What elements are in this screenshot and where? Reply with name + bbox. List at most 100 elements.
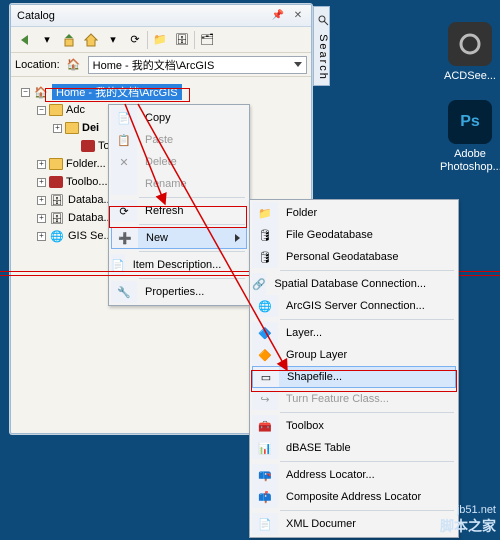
pin-icon[interactable]: 📌	[271, 9, 285, 23]
table-icon: 📊	[252, 437, 278, 459]
expander-plus-icon[interactable]: +	[37, 196, 46, 205]
home-button[interactable]	[81, 30, 101, 50]
catalog-titlebar[interactable]: Catalog 📌 ✕	[11, 5, 311, 27]
back-button[interactable]	[15, 30, 35, 50]
expander-minus-icon[interactable]: −	[21, 88, 30, 97]
menu-item-properties[interactable]: 🔧Properties...	[111, 281, 247, 303]
cylinder-icon: 🛢	[252, 224, 278, 246]
delete-icon: ✕	[111, 151, 137, 173]
desktop-icon-label: ACDSee...	[440, 70, 500, 83]
menu-item-refresh[interactable]: ⟳Refresh	[111, 200, 247, 222]
desktop-icon-label2: Photoshop...	[440, 161, 500, 174]
tree-item-label: Dei	[82, 122, 99, 134]
cylinder-icon: 🛢	[252, 246, 278, 268]
folder-icon: 📁	[252, 202, 278, 224]
submenu-item-folder[interactable]: 📁Folder	[252, 202, 456, 224]
menu-separator	[280, 461, 454, 462]
desktop-icon-photoshop[interactable]: Ps Adobe Photoshop...	[440, 100, 500, 174]
connect-folder-button[interactable]: 📁	[150, 30, 170, 50]
home-folder-icon: 🏠	[33, 85, 49, 99]
server-icon: 🌐	[49, 229, 65, 243]
document-icon: 📄	[111, 254, 125, 276]
submenu-item-shapefile[interactable]: ▭Shapefile...	[252, 366, 456, 388]
desktop-icon-label: Adobe	[440, 148, 500, 161]
menu-separator	[280, 319, 454, 320]
database-icon: 🗄	[49, 211, 65, 225]
shapefile-icon: ▭	[253, 367, 279, 387]
menu-item-new[interactable]: ➕New	[111, 227, 247, 249]
toolbox-icon	[81, 140, 95, 152]
tree-item-label: Databa...	[68, 212, 113, 224]
database-icon: 🗄	[49, 193, 65, 207]
menu-item-copy[interactable]: 📄Copy	[111, 107, 247, 129]
refresh-icon: ⟳	[111, 200, 137, 222]
properties-icon: 🔧	[111, 281, 137, 303]
menu-item-description[interactable]: 📄Item Description...	[111, 254, 247, 276]
search-dock-tab[interactable]: Search	[313, 6, 330, 86]
back-dropdown[interactable]: ▾	[37, 30, 57, 50]
submenu-item-arcgis-server[interactable]: 🌐ArcGIS Server Connection...	[252, 295, 456, 317]
address-icon: 📪	[252, 464, 278, 486]
up-button[interactable]	[59, 30, 79, 50]
tree-root[interactable]: − 🏠 Home - 我的文档\ArcGIS	[21, 83, 307, 101]
toolbox-icon	[49, 176, 63, 188]
home-dropdown[interactable]: ▾	[103, 30, 123, 50]
folder-icon	[65, 122, 79, 134]
menu-separator	[139, 197, 245, 198]
server-icon: 🌐	[252, 295, 278, 317]
refresh-toolbar-button[interactable]: ⟳	[125, 30, 145, 50]
expander-plus-icon[interactable]: +	[37, 232, 46, 241]
acdsee-icon	[448, 22, 492, 66]
catalog-toolbar: ▾ ▾ ⟳ 📁 🗄 🗂	[11, 27, 311, 53]
submenu-item-xml[interactable]: 📄XML Documer	[252, 513, 456, 535]
submenu-item-group-layer[interactable]: 🔶Group Layer	[252, 344, 456, 366]
menu-separator	[280, 412, 454, 413]
location-value: Home - 我的文档\ArcGIS	[93, 57, 215, 73]
tree-root-label: Home - 我的文档\ArcGIS	[52, 84, 182, 100]
submenu-item-comp-addr[interactable]: 📫Composite Address Locator	[252, 486, 456, 508]
home-folder-icon: 🏠	[66, 58, 82, 72]
folder-icon	[49, 158, 63, 170]
chevron-right-icon	[235, 234, 240, 242]
expander-plus-icon[interactable]: +	[37, 160, 46, 169]
tree-item-label: Adc	[66, 104, 85, 116]
submenu-item-dbase[interactable]: 📊dBASE Table	[252, 437, 456, 459]
desktop-icon-acdsee[interactable]: ACDSee...	[440, 22, 500, 83]
submenu-item-spatial-db[interactable]: 🔗Spatial Database Connection...	[252, 273, 456, 295]
menu-item-rename: Rename	[111, 173, 247, 195]
menu-item-paste: 📋Paste	[111, 129, 247, 151]
photoshop-icon: Ps	[448, 100, 492, 144]
menu-item-delete: ✕Delete	[111, 151, 247, 173]
menu-separator	[139, 251, 245, 252]
expander-plus-icon[interactable]: +	[37, 178, 46, 187]
expander-plus-icon[interactable]: +	[53, 124, 62, 133]
menu-separator	[139, 278, 245, 279]
submenu-item-personal-gdb[interactable]: 🛢Personal Geodatabase	[252, 246, 456, 268]
watermark-url: jb51.net	[457, 504, 496, 516]
submenu-item-layer[interactable]: 🔷Layer...	[252, 322, 456, 344]
submenu-item-file-gdb[interactable]: 🛢File Geodatabase	[252, 224, 456, 246]
dbconn-icon: 🔗	[252, 273, 266, 295]
new-icon: ➕	[112, 228, 138, 248]
submenu-item-toolbox[interactable]: 🧰Toolbox	[252, 415, 456, 437]
tree-item-label: Folder...	[66, 158, 106, 170]
connect-gdb-button[interactable]: 🗄	[172, 30, 192, 50]
turn-icon: ↪	[252, 388, 278, 410]
menu-separator	[139, 224, 245, 225]
search-dock-label: Search	[317, 34, 329, 81]
close-icon[interactable]: ✕	[291, 9, 305, 23]
location-bar: Location: 🏠 Home - 我的文档\ArcGIS	[11, 53, 311, 77]
location-input[interactable]: Home - 我的文档\ArcGIS	[88, 56, 307, 74]
menu-separator	[280, 270, 454, 271]
watermark: jb51.net 脚本之家	[440, 504, 496, 536]
copy-icon: 📄	[111, 107, 137, 129]
tree-item-label: Toolbo...	[66, 176, 108, 188]
toolbox-icon: 🧰	[252, 415, 278, 437]
location-dropdown-icon[interactable]	[294, 62, 302, 67]
catalog-title-text: Catalog	[17, 10, 55, 22]
group-layer-icon: 🔶	[252, 344, 278, 366]
expander-minus-icon[interactable]: −	[37, 106, 46, 115]
submenu-item-addr-locator[interactable]: 📪Address Locator...	[252, 464, 456, 486]
toggle-tree-button[interactable]: 🗂	[197, 30, 217, 50]
expander-plus-icon[interactable]: +	[37, 214, 46, 223]
